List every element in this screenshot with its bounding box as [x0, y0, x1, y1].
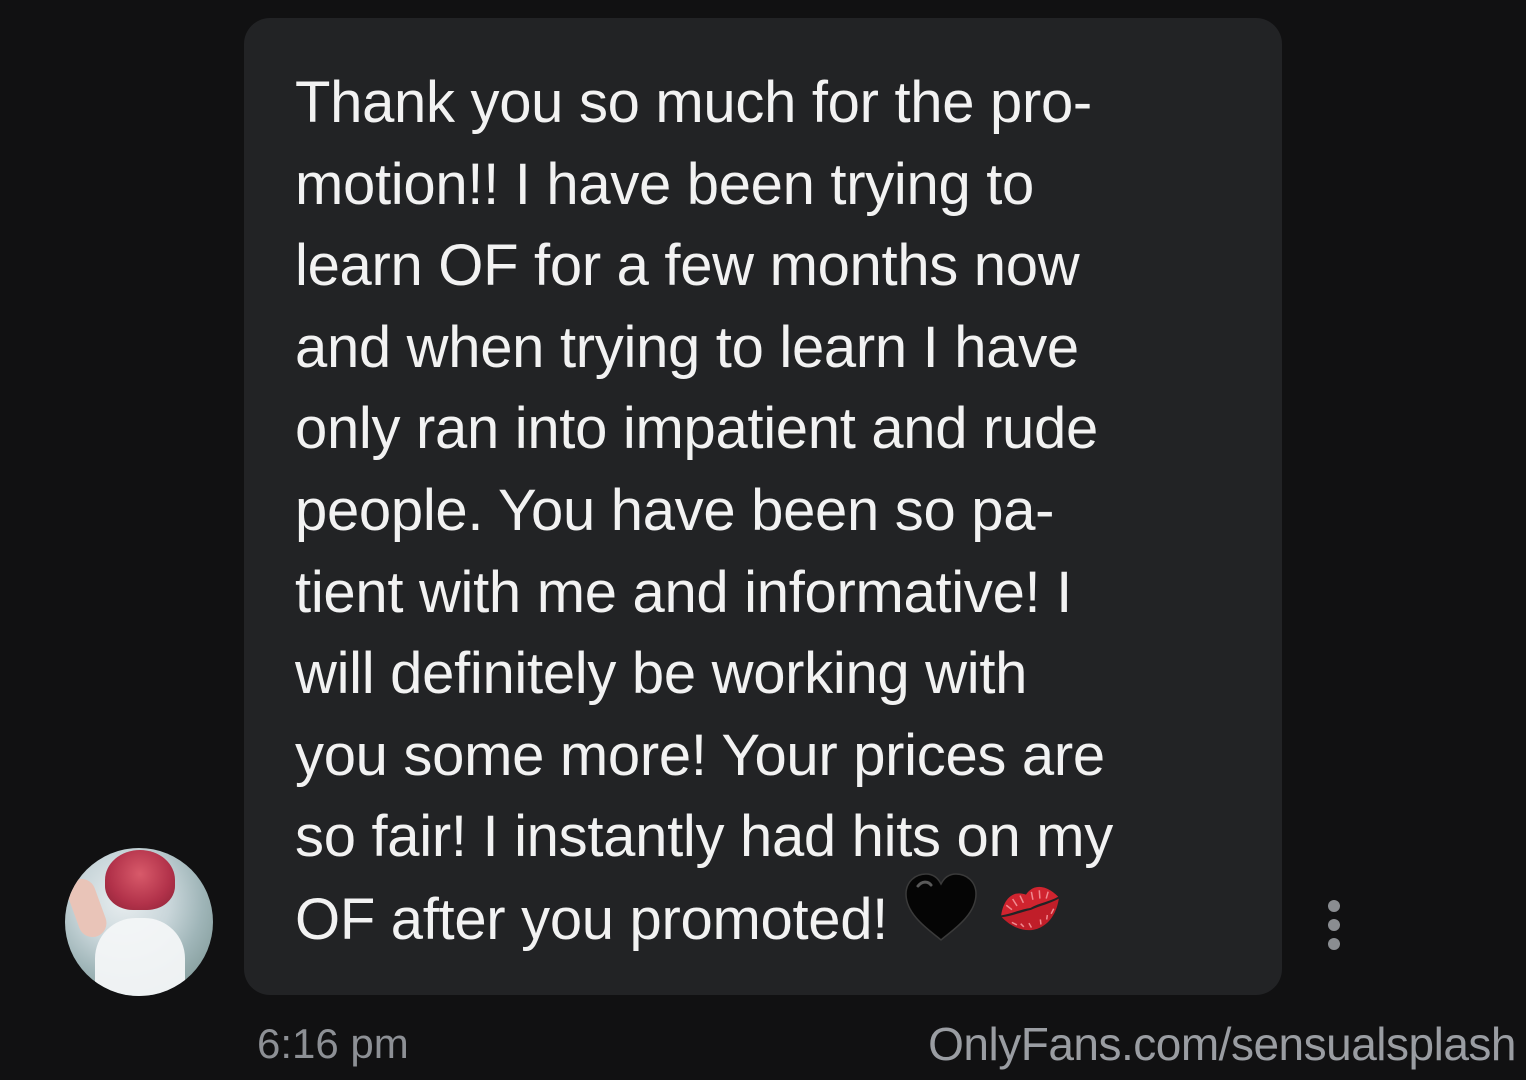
kebab-dot [1328, 919, 1340, 931]
avatar-arm-shape [65, 875, 111, 941]
avatar-hair-shape [105, 850, 175, 910]
message-line-last-text: OF after you promoted! [295, 887, 888, 953]
message-line: motion!! I have been trying to [295, 151, 1034, 217]
message-text: Thank you so much for the pro- motion!! … [295, 62, 1113, 960]
kebab-dot [1328, 938, 1340, 950]
message-line: so fair! I instantly had hits on my [295, 804, 1113, 870]
avatar-shirt-shape [95, 918, 185, 996]
black-heart-icon [902, 872, 980, 964]
message-line: Thank you so much for the pro- [295, 70, 1092, 135]
message-timestamp: 6:16 pm [257, 1020, 409, 1067]
message-line: and when trying to learn I have [295, 314, 1079, 380]
chat-screen: Thank you so much for the pro- motion!! … [0, 0, 1526, 1080]
sender-avatar[interactable] [65, 848, 213, 996]
message-line: people. You have been so pa- [295, 477, 1055, 543]
message-line: learn OF for a few months now [295, 233, 1080, 299]
message-line: will definitely be working with [295, 641, 1028, 707]
message-line: you some more! Your prices are [295, 722, 1105, 788]
kebab-dot [1328, 900, 1340, 912]
message-line: tient with me and informative! I [295, 559, 1072, 625]
message-line: only ran into impatient and rude [295, 396, 1098, 462]
kiss-mark-icon [994, 876, 1066, 960]
message-line-last: OF after you promoted! [295, 873, 1113, 960]
watermark-text: OnlyFans.com/sensualsplash [928, 1018, 1516, 1070]
more-options-icon[interactable] [1320, 900, 1348, 950]
